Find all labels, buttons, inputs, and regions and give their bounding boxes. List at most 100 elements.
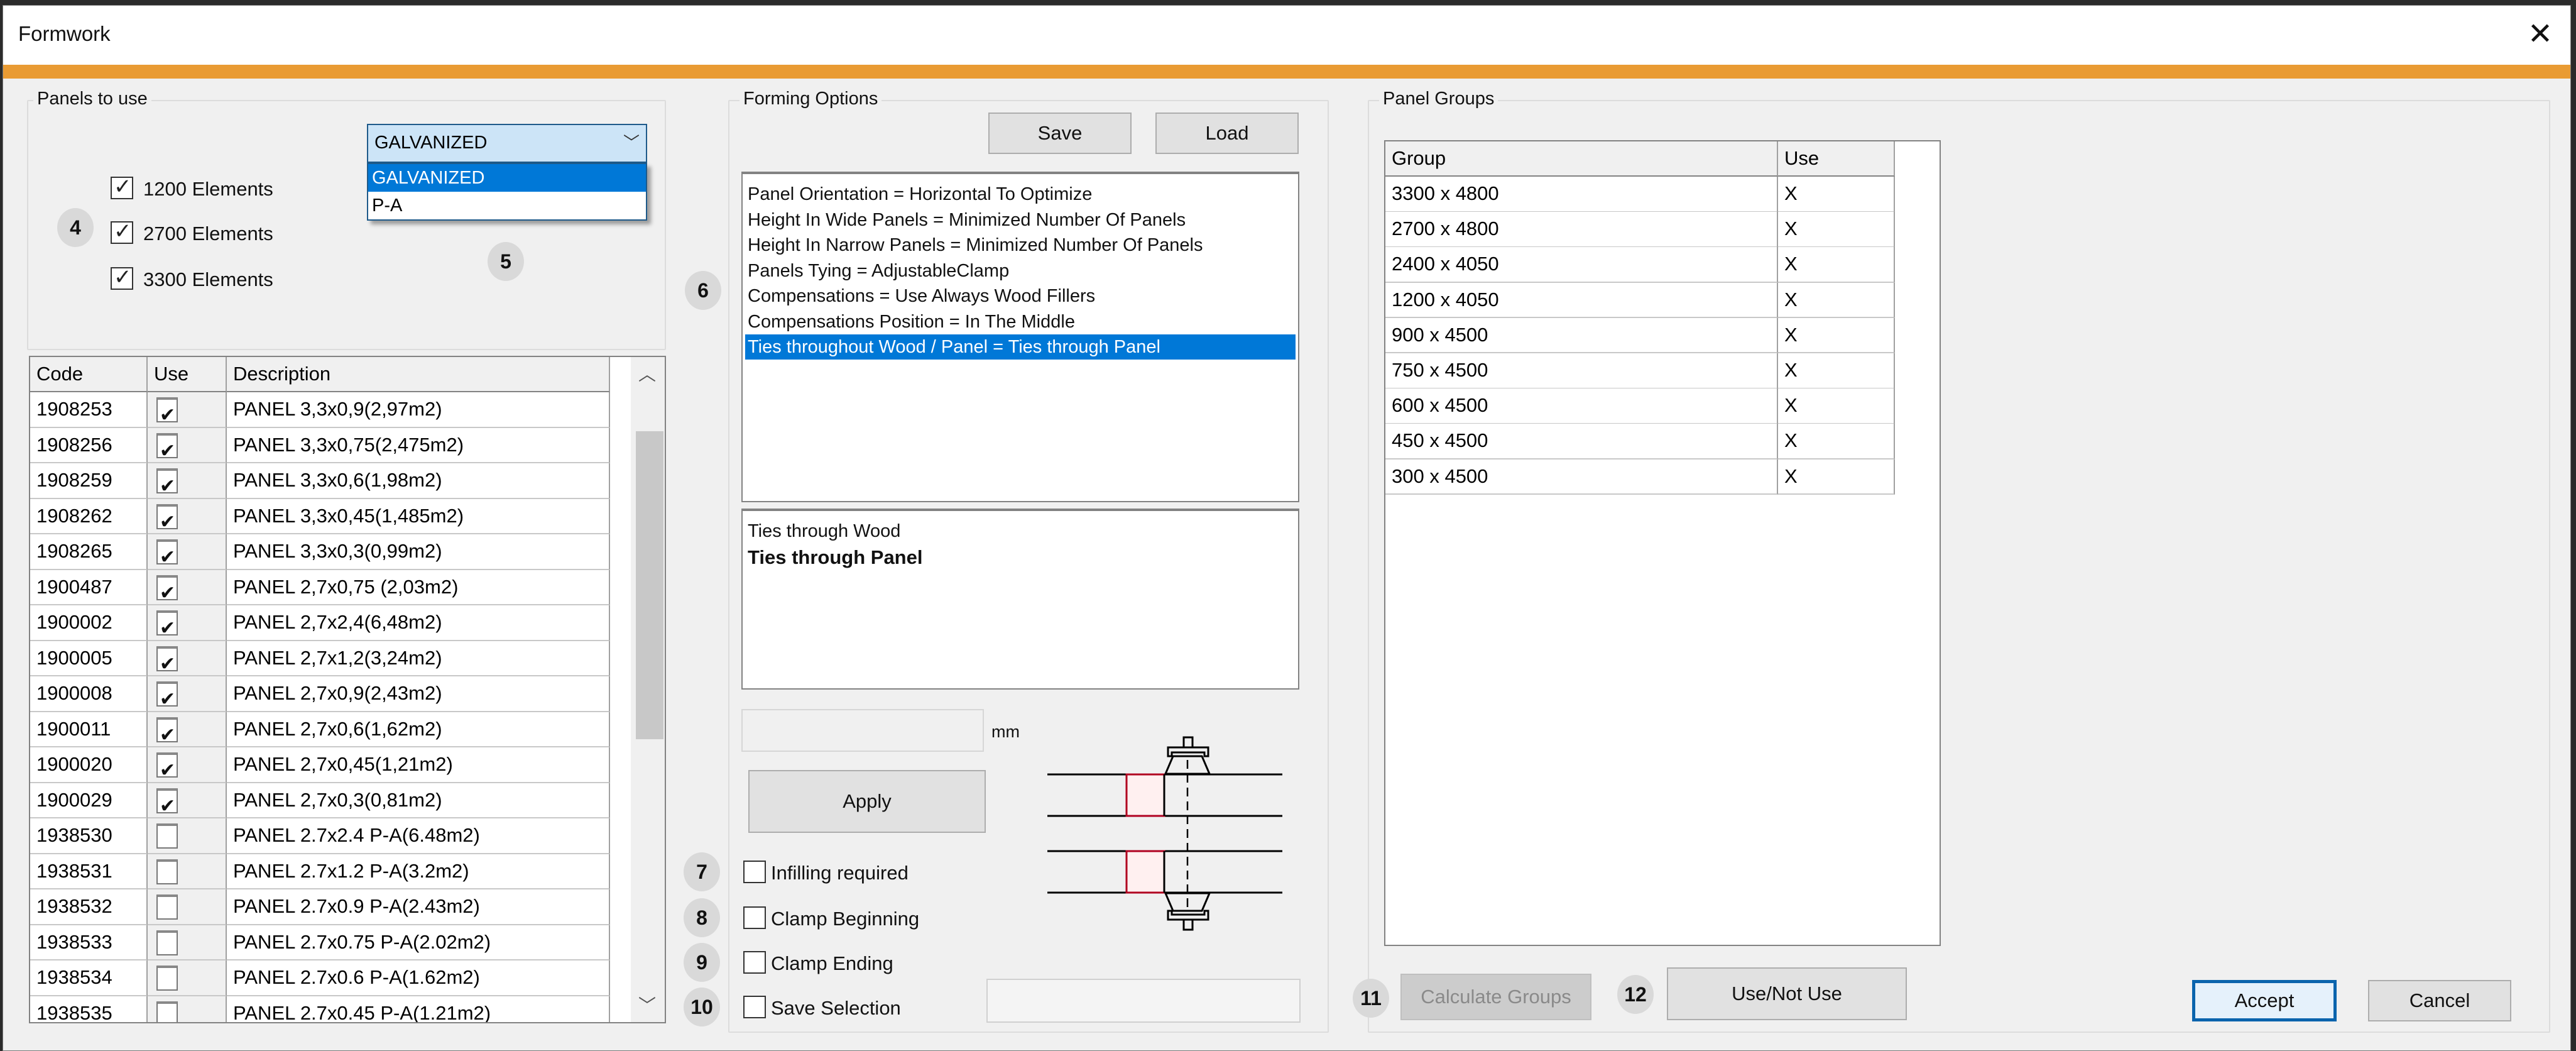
cell-group-use: X bbox=[1778, 353, 1895, 389]
use-checkbox[interactable] bbox=[156, 397, 178, 432]
table-row[interactable]: 1900011 PANEL 2,7x0,6(1,62m2) bbox=[30, 712, 610, 752]
cell-code: 1900008 bbox=[30, 676, 148, 712]
forming-option-item[interactable]: Compensations = Use Always Wood Fillers bbox=[745, 283, 1296, 309]
group-row[interactable]: 750 x 4500 X bbox=[1385, 353, 1895, 389]
table-row[interactable]: 1938531 PANEL 2.7x1.2 P-A(3.2m2) bbox=[30, 854, 610, 889]
scrollbar-thumb[interactable] bbox=[636, 431, 663, 739]
marker-9: 9 bbox=[684, 943, 720, 982]
table-row[interactable]: 1908262 PANEL 3,3x0,45(1,485m2) bbox=[30, 498, 610, 539]
mm-input[interactable] bbox=[741, 709, 984, 752]
column-header-code[interactable]: Code bbox=[30, 357, 148, 392]
use-checkbox[interactable] bbox=[156, 823, 178, 849]
load-options-button[interactable]: Load bbox=[1155, 113, 1299, 154]
close-icon[interactable]: ✕ bbox=[2523, 17, 2558, 52]
material-option-galvanized[interactable]: GALVANIZED bbox=[368, 164, 646, 192]
value-ties-through-wood[interactable]: Ties through Wood bbox=[745, 519, 1296, 544]
group-row[interactable]: 600 x 4500 X bbox=[1385, 388, 1895, 424]
table-row[interactable]: 1900005 PANEL 2,7x1,2(3,24m2) bbox=[30, 641, 610, 681]
panels-table-scrollbar[interactable]: ︿ ﹀ bbox=[631, 357, 665, 1022]
group-row[interactable]: 450 x 4500 X bbox=[1385, 424, 1895, 459]
cell-use bbox=[148, 854, 227, 889]
table-row[interactable]: 1908256 PANEL 3,3x0,75(2,475m2) bbox=[30, 427, 610, 468]
use-checkbox[interactable] bbox=[156, 503, 178, 539]
table-row[interactable]: 1938534 PANEL 2.7x0.6 P-A(1.62m2) bbox=[30, 960, 610, 996]
forming-option-item[interactable]: Ties throughout Wood / Panel = Ties thro… bbox=[745, 334, 1296, 360]
group-row[interactable]: 2700 x 4800 X bbox=[1385, 212, 1895, 248]
material-combo[interactable]: GALVANIZED ﹀ bbox=[367, 124, 647, 163]
group-row[interactable]: 3300 x 4800 X bbox=[1385, 177, 1895, 212]
column-header-use[interactable]: Use bbox=[148, 357, 227, 392]
forming-options-list[interactable]: Panel Orientation = Horizontal To Optimi… bbox=[741, 172, 1299, 502]
clamp-beginning-checkbox[interactable] bbox=[743, 906, 766, 929]
table-row[interactable]: 1908253 PANEL 3,3x0,9(2,97m2) bbox=[30, 392, 610, 432]
use-checkbox[interactable] bbox=[156, 575, 178, 610]
use-checkbox[interactable] bbox=[156, 432, 178, 468]
elements-1200-label: 1200 Elements bbox=[143, 178, 273, 200]
chevron-up-icon[interactable]: ︿ bbox=[638, 361, 656, 386]
value-ties-through-panel[interactable]: Ties through Panel bbox=[745, 545, 1296, 570]
chevron-down-icon[interactable]: ﹀ bbox=[638, 992, 656, 1017]
use-checkbox[interactable] bbox=[156, 1001, 178, 1022]
clamp-ending-label: Clamp Ending bbox=[771, 952, 893, 974]
table-row[interactable]: 1900029 PANEL 2,7x0,3(0,81m2) bbox=[30, 783, 610, 823]
table-row[interactable]: 1900008 PANEL 2,7x0,9(2,43m2) bbox=[30, 676, 610, 717]
use-checkbox[interactable] bbox=[156, 859, 178, 884]
forming-option-item[interactable]: Compensations Position = In The Middle bbox=[745, 309, 1296, 334]
use-checkbox[interactable] bbox=[156, 752, 178, 788]
forming-option-item[interactable]: Height In Wide Panels = Minimized Number… bbox=[745, 207, 1296, 233]
infilling-required-checkbox[interactable] bbox=[743, 861, 766, 883]
use-not-use-button[interactable]: Use/Not Use bbox=[1667, 967, 1907, 1020]
cell-code: 1900029 bbox=[30, 783, 148, 818]
table-row[interactable]: 1900020 PANEL 2,7x0,45(1,21m2) bbox=[30, 747, 610, 788]
table-row[interactable]: 1938532 PANEL 2.7x0.9 P-A(2.43m2) bbox=[30, 889, 610, 925]
cell-code: 1938530 bbox=[30, 818, 148, 854]
material-option-p-a[interactable]: P-A bbox=[368, 192, 646, 219]
save-selection-checkbox[interactable] bbox=[743, 996, 766, 1018]
use-checkbox[interactable] bbox=[156, 894, 178, 920]
cancel-button[interactable]: Cancel bbox=[2368, 980, 2511, 1021]
accept-button[interactable]: Accept bbox=[2192, 980, 2337, 1021]
cell-use bbox=[148, 534, 227, 575]
table-row[interactable]: 1908265 PANEL 3,3x0,3(0,99m2) bbox=[30, 534, 610, 575]
use-checkbox[interactable] bbox=[156, 468, 178, 503]
clamp-ending-checkbox[interactable] bbox=[743, 951, 766, 974]
use-checkbox[interactable] bbox=[156, 717, 178, 752]
calculate-groups-button[interactable]: Calculate Groups bbox=[1400, 974, 1591, 1020]
column-header-group-use[interactable]: Use bbox=[1778, 141, 1895, 177]
use-checkbox[interactable] bbox=[156, 610, 178, 646]
column-header-description[interactable]: Description bbox=[227, 357, 610, 392]
chevron-down-icon[interactable]: ﹀ bbox=[623, 125, 640, 160]
table-row[interactable]: 1900487 PANEL 2,7x0,75 (2,03m2) bbox=[30, 570, 610, 610]
use-checkbox[interactable] bbox=[156, 539, 178, 575]
use-checkbox[interactable] bbox=[156, 681, 178, 717]
use-checkbox[interactable] bbox=[156, 966, 178, 991]
table-row[interactable]: 1938535 PANEL 2.7x0.45 P-A(1.21m2) bbox=[30, 996, 610, 1022]
cell-group: 2400 x 4050 bbox=[1385, 247, 1778, 283]
table-row[interactable]: 1900002 PANEL 2,7x2,4(6,48m2) bbox=[30, 605, 610, 646]
marker-6: 6 bbox=[685, 271, 721, 310]
forming-option-item[interactable]: Panel Orientation = Horizontal To Optimi… bbox=[745, 182, 1296, 207]
group-row[interactable]: 2400 x 4050 X bbox=[1385, 247, 1895, 283]
apply-button[interactable]: Apply bbox=[748, 770, 986, 833]
save-selection-input[interactable] bbox=[986, 979, 1301, 1023]
save-options-button[interactable]: Save bbox=[988, 113, 1132, 154]
group-row[interactable]: 300 x 4500 X bbox=[1385, 459, 1895, 495]
use-checkbox[interactable] bbox=[156, 930, 178, 955]
forming-option-item[interactable]: Height In Narrow Panels = Minimized Numb… bbox=[745, 233, 1296, 258]
use-checkbox[interactable] bbox=[156, 788, 178, 823]
elements-2700-checkbox[interactable] bbox=[111, 219, 133, 244]
table-row[interactable]: 1938530 PANEL 2.7x2.4 P-A(6.48m2) bbox=[30, 818, 610, 854]
group-row[interactable]: 1200 x 4050 X bbox=[1385, 282, 1895, 319]
elements-1200-checkbox[interactable] bbox=[111, 174, 133, 199]
elements-3300-checkbox[interactable] bbox=[111, 265, 133, 290]
option-values-list[interactable]: Ties through Wood Ties through Panel bbox=[741, 509, 1299, 690]
use-checkbox[interactable] bbox=[156, 646, 178, 681]
table-row[interactable]: 1908259 PANEL 3,3x0,6(1,98m2) bbox=[30, 463, 610, 503]
forming-option-item[interactable]: Panels Tying = AdjustableClamp bbox=[745, 258, 1296, 283]
table-row[interactable]: 1938533 PANEL 2.7x0.75 P-A(2.02m2) bbox=[30, 925, 610, 960]
cell-description: PANEL 2.7x0.6 P-A(1.62m2) bbox=[227, 960, 610, 996]
cell-description: PANEL 2,7x2,4(6,48m2) bbox=[227, 605, 610, 641]
cell-group: 750 x 4500 bbox=[1385, 353, 1778, 389]
column-header-group[interactable]: Group bbox=[1385, 141, 1778, 177]
group-row[interactable]: 900 x 4500 X bbox=[1385, 317, 1895, 354]
